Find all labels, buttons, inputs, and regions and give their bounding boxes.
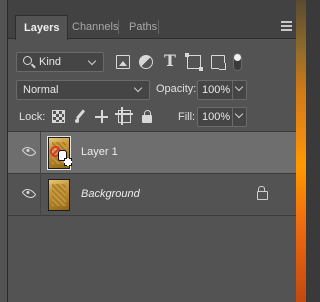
lock-all-icon[interactable] (141, 110, 154, 123)
column-divider (40, 132, 41, 174)
blend-mode-value: Normal (23, 84, 59, 96)
lock-transparent-pixels-icon[interactable] (52, 110, 65, 123)
fill-label: Fill: (178, 111, 196, 123)
drag-document-icon (64, 158, 72, 166)
adjustment-filter-icon[interactable] (139, 55, 153, 69)
drag-cursor-icon (58, 150, 72, 166)
layers-empty-area[interactable] (8, 218, 296, 302)
left-dock-strip (0, 0, 8, 302)
lock-position-icon[interactable] (95, 110, 108, 123)
filter-toggle-switch[interactable] (233, 53, 242, 71)
layer-row-layer-1[interactable]: Layer 1 (8, 132, 296, 174)
opacity-dropdown-button[interactable] (232, 81, 246, 99)
layer-row-background[interactable]: Background (8, 174, 296, 216)
smart-object-filter-icon[interactable] (211, 55, 226, 70)
canvas-edge (296, 0, 306, 302)
layer-name[interactable]: Layer 1 (81, 146, 118, 158)
panel-tab-bar: Layers Channels Paths (8, 0, 296, 40)
chevron-down-icon (133, 83, 143, 93)
layers-list: Layer 1 Background (8, 132, 296, 216)
tab-separator (118, 20, 119, 34)
tab-separator (158, 20, 159, 34)
fill-field[interactable]: 100% (197, 107, 247, 127)
layers-panel: Layers Channels Paths Kind T Normal Opac… (8, 0, 296, 302)
eye-icon (21, 186, 37, 201)
fill-dropdown-button[interactable] (232, 108, 246, 126)
lock-row: Lock: Fill: 100% (8, 107, 296, 127)
opacity-value: 100% (202, 84, 231, 96)
tab-layers[interactable]: Layers (15, 15, 69, 40)
type-filter-icon[interactable]: T (163, 52, 177, 70)
chevron-down-icon (234, 82, 244, 92)
panel-menu-icon[interactable] (281, 21, 292, 31)
filter-row: Kind T (8, 49, 296, 75)
filter-kind-select[interactable]: Kind (16, 52, 104, 72)
fill-value: 100% (202, 111, 231, 123)
filter-kind-label: Kind (39, 56, 62, 68)
search-icon (23, 56, 32, 65)
thumbnail-image (52, 184, 66, 206)
shape-filter-icon[interactable] (185, 53, 203, 71)
lock-icon[interactable] (257, 186, 268, 200)
opacity-field[interactable]: 100% (197, 80, 247, 100)
lock-label: Lock: (19, 111, 46, 123)
chevron-down-icon (234, 109, 244, 119)
layer-thumbnail[interactable] (48, 179, 70, 211)
lock-artboard-icon[interactable] (115, 107, 133, 125)
layer-name[interactable]: Background (81, 188, 140, 200)
chevron-down-icon (87, 56, 97, 66)
blend-mode-select[interactable]: Normal (16, 80, 150, 100)
lock-image-pixels-icon[interactable] (74, 110, 87, 123)
opacity-label: Opacity: (156, 83, 197, 95)
eye-icon (21, 144, 37, 159)
image-filter-icon[interactable] (116, 55, 130, 69)
blend-row: Normal Opacity: 100% (8, 80, 296, 100)
column-divider (40, 174, 41, 216)
